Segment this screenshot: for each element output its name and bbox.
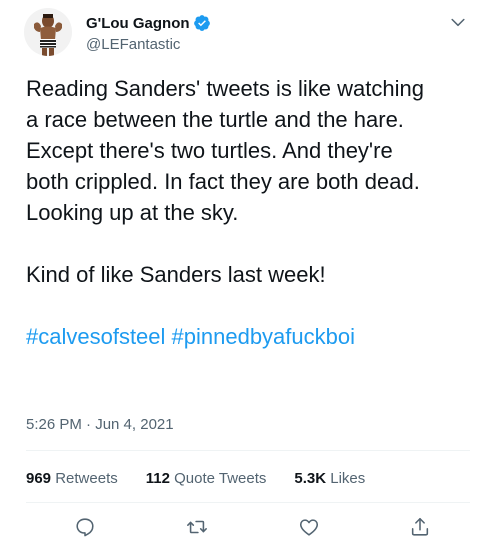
tweet-text: Reading Sanders' tweets is like watching… xyxy=(26,73,476,352)
author-name-row[interactable]: G'Lou Gagnon xyxy=(86,13,211,33)
likes-stat[interactable]: 5.3K Likes xyxy=(294,470,365,487)
hashtag-links[interactable]: #calvesofsteel #pinnedbyafuckboi xyxy=(26,321,476,352)
tweet-text-line: a race between the turtle and the hare. xyxy=(26,107,404,132)
divider xyxy=(26,502,470,503)
retweet-button[interactable] xyxy=(186,516,210,540)
like-button[interactable] xyxy=(298,516,322,540)
retweets-count: 969 xyxy=(26,470,52,487)
quote-tweets-label: Quote Tweets xyxy=(174,470,267,487)
tweet-text-line: Looking up at the sky. xyxy=(26,200,239,225)
quote-tweets-stat[interactable]: 112 Quote Tweets xyxy=(146,470,267,487)
author-display-name[interactable]: G'Lou Gagnon xyxy=(86,15,190,32)
share-icon xyxy=(411,517,429,536)
engagement-stats: 969 Retweets 112 Quote Tweets 5.3K Likes xyxy=(26,470,393,487)
avatar[interactable] xyxy=(24,8,72,56)
divider xyxy=(26,450,470,451)
tweet-actions xyxy=(0,516,480,546)
tweet-timestamp[interactable]: 5:26 PM · Jun 4, 2021 xyxy=(26,416,174,433)
likes-label: Likes xyxy=(330,470,366,487)
heart-icon xyxy=(299,519,319,536)
reply-icon xyxy=(76,518,94,537)
tweet-text-line: both crippled. In fact they are both dea… xyxy=(26,169,420,194)
likes-count: 5.3K xyxy=(294,470,327,487)
tweet-text-line: Reading Sanders' tweets is like watching xyxy=(26,76,424,101)
retweets-label: Retweets xyxy=(55,470,118,487)
chevron-down-icon[interactable] xyxy=(448,12,468,32)
retweet-icon xyxy=(187,520,207,534)
verified-badge-icon xyxy=(193,15,210,31)
avatar-image xyxy=(24,8,72,56)
author-handle[interactable]: @LEFantastic xyxy=(86,36,180,53)
tweet-card: G'Lou Gagnon @LEFantastic Reading Sander… xyxy=(0,0,480,555)
tweet-text-line: Except there's two turtles. And they're xyxy=(26,138,393,163)
share-button[interactable] xyxy=(409,516,433,540)
retweets-stat[interactable]: 969 Retweets xyxy=(26,470,118,487)
reply-button[interactable] xyxy=(74,516,98,540)
quote-tweets-count: 112 xyxy=(145,470,170,487)
tweet-text-second-paragraph: Kind of like Sanders last week! xyxy=(26,262,326,287)
